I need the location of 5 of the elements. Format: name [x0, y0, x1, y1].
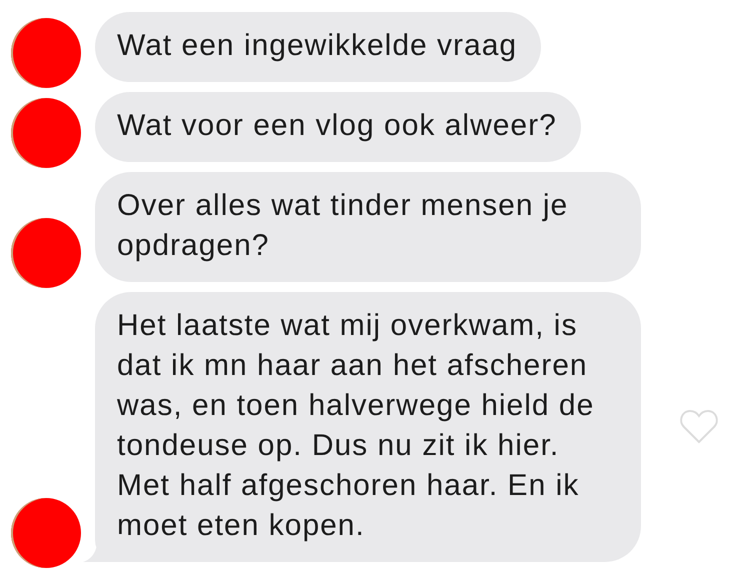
message-bubble: Wat een ingewikkelde vraag: [95, 12, 542, 82]
heart-icon[interactable]: [679, 409, 719, 445]
message-bubble: Over alles wat tinder mensen je opdragen?: [95, 172, 641, 282]
message-bubble: Het laatste wat mij overkwam, is dat ik mn haar aan het afscheren was, en toen halverwege hield de tondeuse op. Dus nu zit ik hier. Met half afgeschoren haar. En ik moet eten kopen.: [95, 292, 641, 562]
message-bubble: Wat voor een vlog ook alweer?: [95, 92, 581, 162]
